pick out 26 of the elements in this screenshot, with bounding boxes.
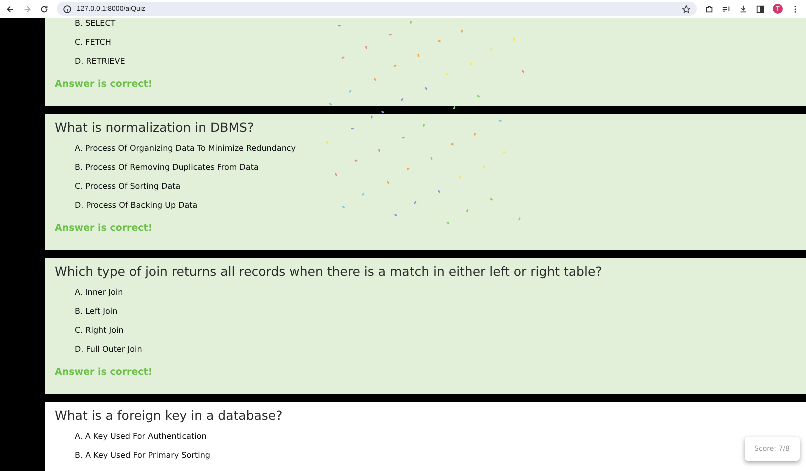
answer-option[interactable]: B. SELECT bbox=[75, 18, 116, 30]
answer-option[interactable]: D. Full Outer Join bbox=[75, 344, 142, 356]
playlist-icon[interactable] bbox=[722, 4, 731, 14]
star-icon[interactable] bbox=[682, 4, 691, 14]
answer-option[interactable]: C. FETCH bbox=[75, 37, 112, 49]
answer-option[interactable]: C. Right Join bbox=[75, 325, 124, 337]
answer-option[interactable]: A. Inner Join bbox=[75, 287, 124, 299]
answer-option[interactable]: D. Process Of Backing Up Data bbox=[75, 200, 198, 212]
answer-option[interactable]: B. A Key Used For Primary Sorting bbox=[75, 450, 210, 462]
back-icon[interactable] bbox=[6, 4, 15, 14]
download-icon[interactable] bbox=[739, 4, 748, 14]
question-text: What is normalization in DBMS? bbox=[55, 119, 256, 137]
answer-option[interactable]: D. RETRIEVE bbox=[75, 56, 126, 68]
answer-option[interactable]: B. Left Join bbox=[75, 306, 118, 318]
answer-option[interactable]: A. Process Of Organizing Data To Minimize Redundancy bbox=[75, 143, 296, 155]
side-panel-icon[interactable] bbox=[756, 4, 765, 14]
result-message: Answer is correct! bbox=[55, 222, 153, 236]
result-message: Answer is correct! bbox=[55, 78, 153, 92]
answer-option[interactable]: A. A Key Used For Authentication bbox=[75, 431, 207, 443]
question-text: Which type of join returns all records when there is a match in either left or right table? bbox=[55, 263, 604, 281]
reload-icon[interactable] bbox=[40, 4, 49, 14]
info-icon[interactable] bbox=[63, 4, 72, 14]
question-text: What is a foreign key in a database? bbox=[55, 407, 284, 425]
result-message: Answer is correct! bbox=[55, 366, 153, 380]
answer-option[interactable]: B. Process Of Removing Duplicates From Data bbox=[75, 162, 259, 174]
answer-option[interactable]: C. Process Of Sorting Data bbox=[75, 181, 181, 193]
